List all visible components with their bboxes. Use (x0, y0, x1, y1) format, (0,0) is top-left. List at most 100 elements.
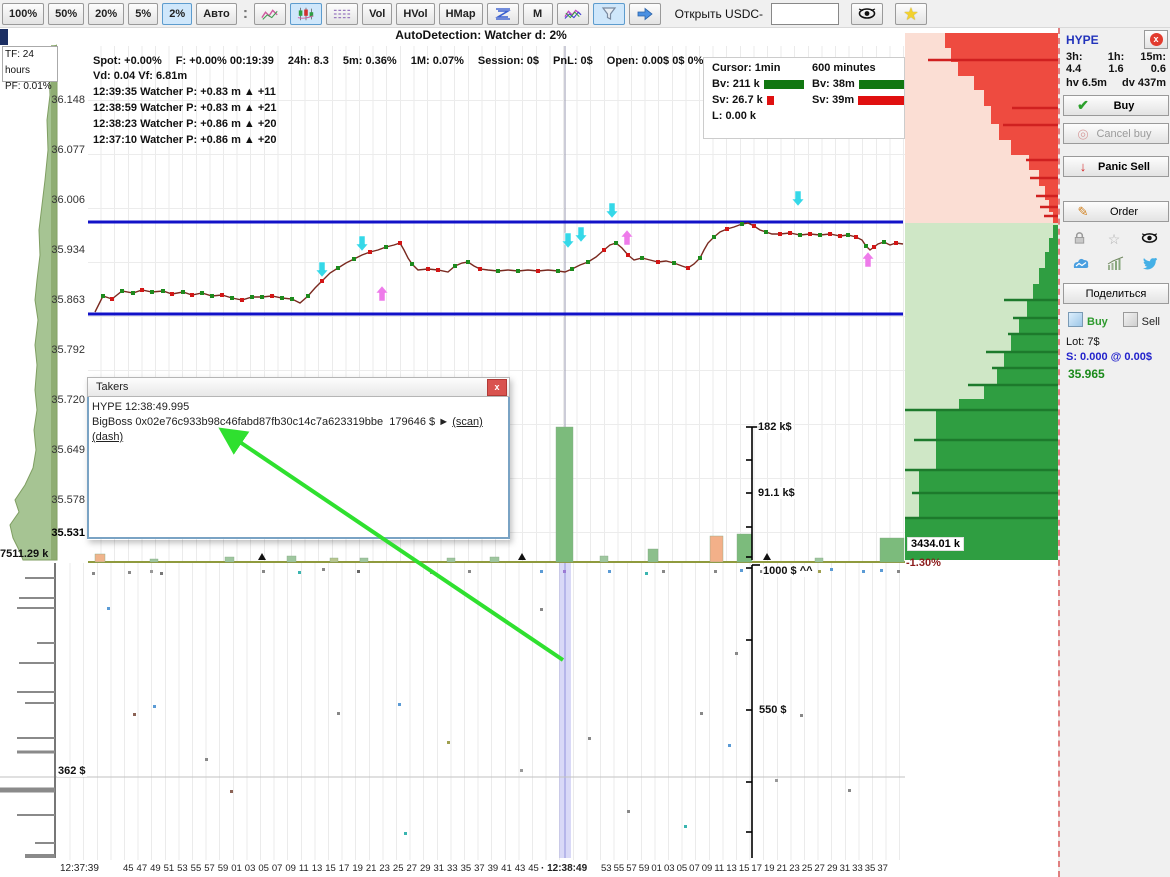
time-tick: 29 (827, 863, 838, 874)
timeframe-box: TF: 24 hours PF: 0.01% (2, 46, 58, 82)
legend-label: Bv: 38m (812, 78, 855, 90)
cloud-chart-icon[interactable] (1072, 256, 1090, 273)
filter-funnel-icon-button[interactable] (593, 3, 625, 25)
time-tick: 15 (739, 863, 750, 874)
zoom-button-50pct[interactable]: 50% (48, 3, 84, 25)
multi-waves-icon-button[interactable] (557, 3, 589, 25)
time-tick: 57 (626, 863, 637, 874)
sell-mode-toggle[interactable]: Sell (1123, 312, 1160, 328)
spy-eye-button[interactable] (851, 3, 883, 25)
info-segment: PnL: 0$ (553, 55, 593, 67)
zoom-button-Авто[interactable]: Авто (196, 3, 237, 25)
time-tick: 19 (352, 863, 363, 874)
buy-mode-toggle[interactable]: Buy (1068, 312, 1108, 328)
dv-label: dv 437m (1122, 77, 1166, 89)
legend-volume-bar (858, 96, 904, 105)
line-chart-icon (261, 7, 279, 21)
symbol-title: HYPE (1066, 33, 1099, 47)
trade-scale-top: 1000 $ ^^ (762, 565, 814, 577)
panel-close-button[interactable]: x (1144, 30, 1168, 49)
time-tick: 33 (852, 863, 863, 874)
time-tick: 31 (434, 863, 445, 874)
time-tick: 33 (447, 863, 458, 874)
dashed-levels-icon-button[interactable] (326, 3, 358, 25)
time-tick: 49 (150, 863, 161, 874)
legend-label: Sv: 39m (812, 94, 854, 106)
autodetection-header: AutoDetection: Watcher d: 2% (57, 28, 905, 46)
time-tick: 37 (474, 863, 485, 874)
takers-titlebar[interactable]: Takers x (87, 377, 510, 397)
position-label: S: 0.000 @ 0.00$ (1060, 348, 1170, 363)
zoom-button-100pct[interactable]: 100% (2, 3, 44, 25)
price-axis-label: 35.531 (30, 527, 85, 539)
time-tick: 13 (312, 863, 323, 874)
open-usdc-label: Открыть USDC- (675, 7, 763, 21)
share-button[interactable]: Поделиться (1063, 283, 1169, 304)
timeframe-z-icon-button[interactable] (487, 3, 519, 25)
time-tick: 31 (840, 863, 851, 874)
corner-block (0, 29, 8, 45)
info-line2: Vd: 0.04 Vf: 6.81m (93, 69, 703, 83)
line-chart-icon-button[interactable] (254, 3, 286, 25)
go-arrow-icon-button[interactable] (629, 3, 661, 25)
takers-line2: BigBoss 0x02e76c933b98c46fabd87fb30c14c7… (92, 415, 508, 445)
current-price-label: 35.965 (1060, 363, 1170, 381)
cancel-buy-button[interactable]: ◎ Cancel buy (1063, 123, 1169, 144)
takers-close-button[interactable]: x (487, 379, 507, 396)
col-3h: 3h: (1066, 51, 1099, 63)
cursor-legend: Cursor: 1minBv: 211 kSv: 26.7 kL: 0.00 k… (703, 57, 905, 139)
price-axis-label: 36.006 (30, 194, 85, 206)
zoom-button-5pct[interactable]: 5% (128, 3, 158, 25)
time-tick: 05 (258, 863, 269, 874)
lock-icon[interactable] (1072, 230, 1087, 248)
time-tick: 03 (664, 863, 675, 874)
info-segment: 5m: 0.36% (343, 55, 397, 67)
watcher-line: 12:38:59 Watcher P: +0.83 m ▲ +21 (93, 101, 703, 115)
timeframe-z-icon (494, 7, 512, 21)
time-tick: 55 (614, 863, 625, 874)
m-button[interactable]: M (523, 3, 553, 25)
time-tick: 01 (651, 863, 662, 874)
favorite-star-button[interactable]: ★ (895, 3, 927, 25)
time-tick: 53 (177, 863, 188, 874)
scan-link[interactable]: (scan) (452, 416, 483, 428)
hmap-button[interactable]: HMap (439, 3, 483, 25)
takers-title: Takers (96, 381, 128, 393)
candles-icon-button[interactable] (290, 3, 322, 25)
panic-sell-button[interactable]: ↓ Panic Sell (1063, 156, 1169, 177)
price-axis-label: 35.649 (30, 444, 85, 456)
watch-eye-icon[interactable] (1141, 232, 1158, 247)
time-cursor-label: · 12:38:49 (541, 863, 587, 874)
dash-link[interactable]: (dash) (92, 431, 123, 443)
zoom-button-2pct[interactable]: 2% (162, 3, 192, 25)
time-tick: 25 (802, 863, 813, 874)
order-button[interactable]: ✎ Order (1063, 201, 1169, 222)
hvol-button[interactable]: HVol (396, 3, 434, 25)
time-tick: 57 (204, 863, 215, 874)
col-1h: 1h: (1099, 51, 1132, 63)
info-segment: F: +0.00% 00:19:39 (176, 55, 274, 67)
open-usdc-input[interactable] (771, 3, 839, 25)
bar-chart-icon[interactable] (1107, 256, 1124, 273)
time-ticks-1: 4547495153555759010305070911131517192123… (123, 863, 539, 874)
time-tick: 09 (702, 863, 713, 874)
sell-cube-icon (1123, 312, 1138, 327)
time-tick: 25 (393, 863, 404, 874)
volume-total-label: 7511.29 k (0, 548, 48, 560)
info-segment: Open: 0.00$ 0$ 0% (607, 55, 704, 67)
time-tick: 21 (777, 863, 788, 874)
twitter-bird-icon[interactable] (1141, 256, 1158, 273)
time-tick: 19 (764, 863, 775, 874)
time-tick: 27 (814, 863, 825, 874)
close-icon: x (1150, 33, 1163, 46)
zoom-button-20pct[interactable]: 20% (88, 3, 124, 25)
star-outline-icon[interactable]: ☆ (1108, 231, 1121, 248)
vol-button[interactable]: Vol (362, 3, 392, 25)
vol-scale-top: 182 k$ (757, 421, 793, 433)
time-tick: 07 (272, 863, 283, 874)
takers-body: HYPE 12:38:49.995 BigBoss 0x02e76c933b98… (87, 397, 510, 539)
time-tick: 07 (689, 863, 700, 874)
buy-button[interactable]: ✔ Buy (1063, 95, 1169, 116)
time-tick: 45 (123, 863, 134, 874)
val-3h: 4.4 (1066, 63, 1099, 75)
